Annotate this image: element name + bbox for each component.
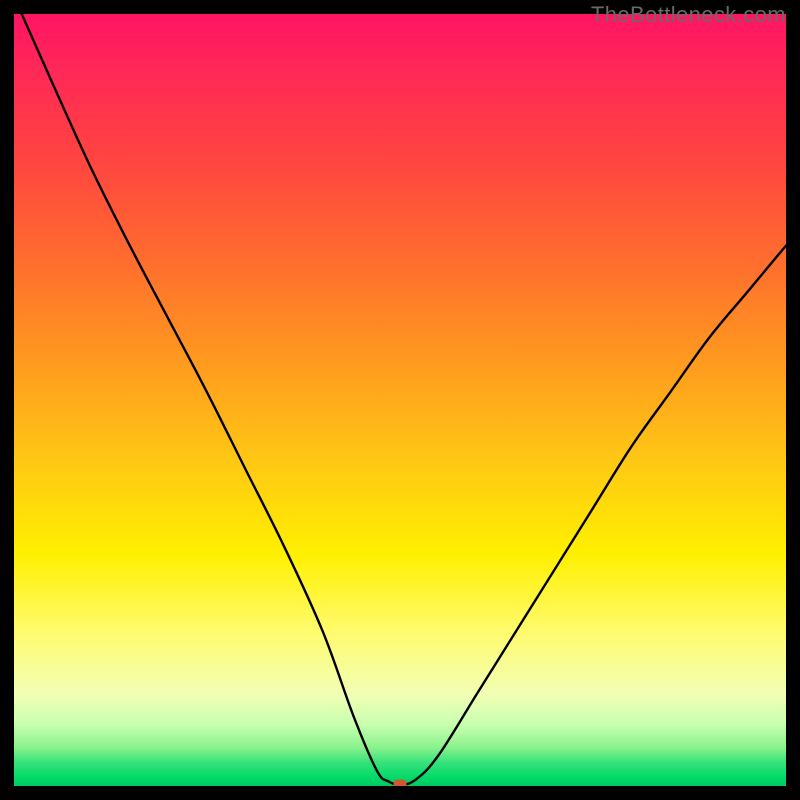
plot-area — [14, 14, 786, 786]
watermark-text: TheBottleneck.com — [591, 2, 786, 28]
bottleneck-curve — [14, 14, 786, 786]
optimal-point-marker — [394, 780, 407, 786]
chart-stage: TheBottleneck.com — [0, 0, 800, 800]
